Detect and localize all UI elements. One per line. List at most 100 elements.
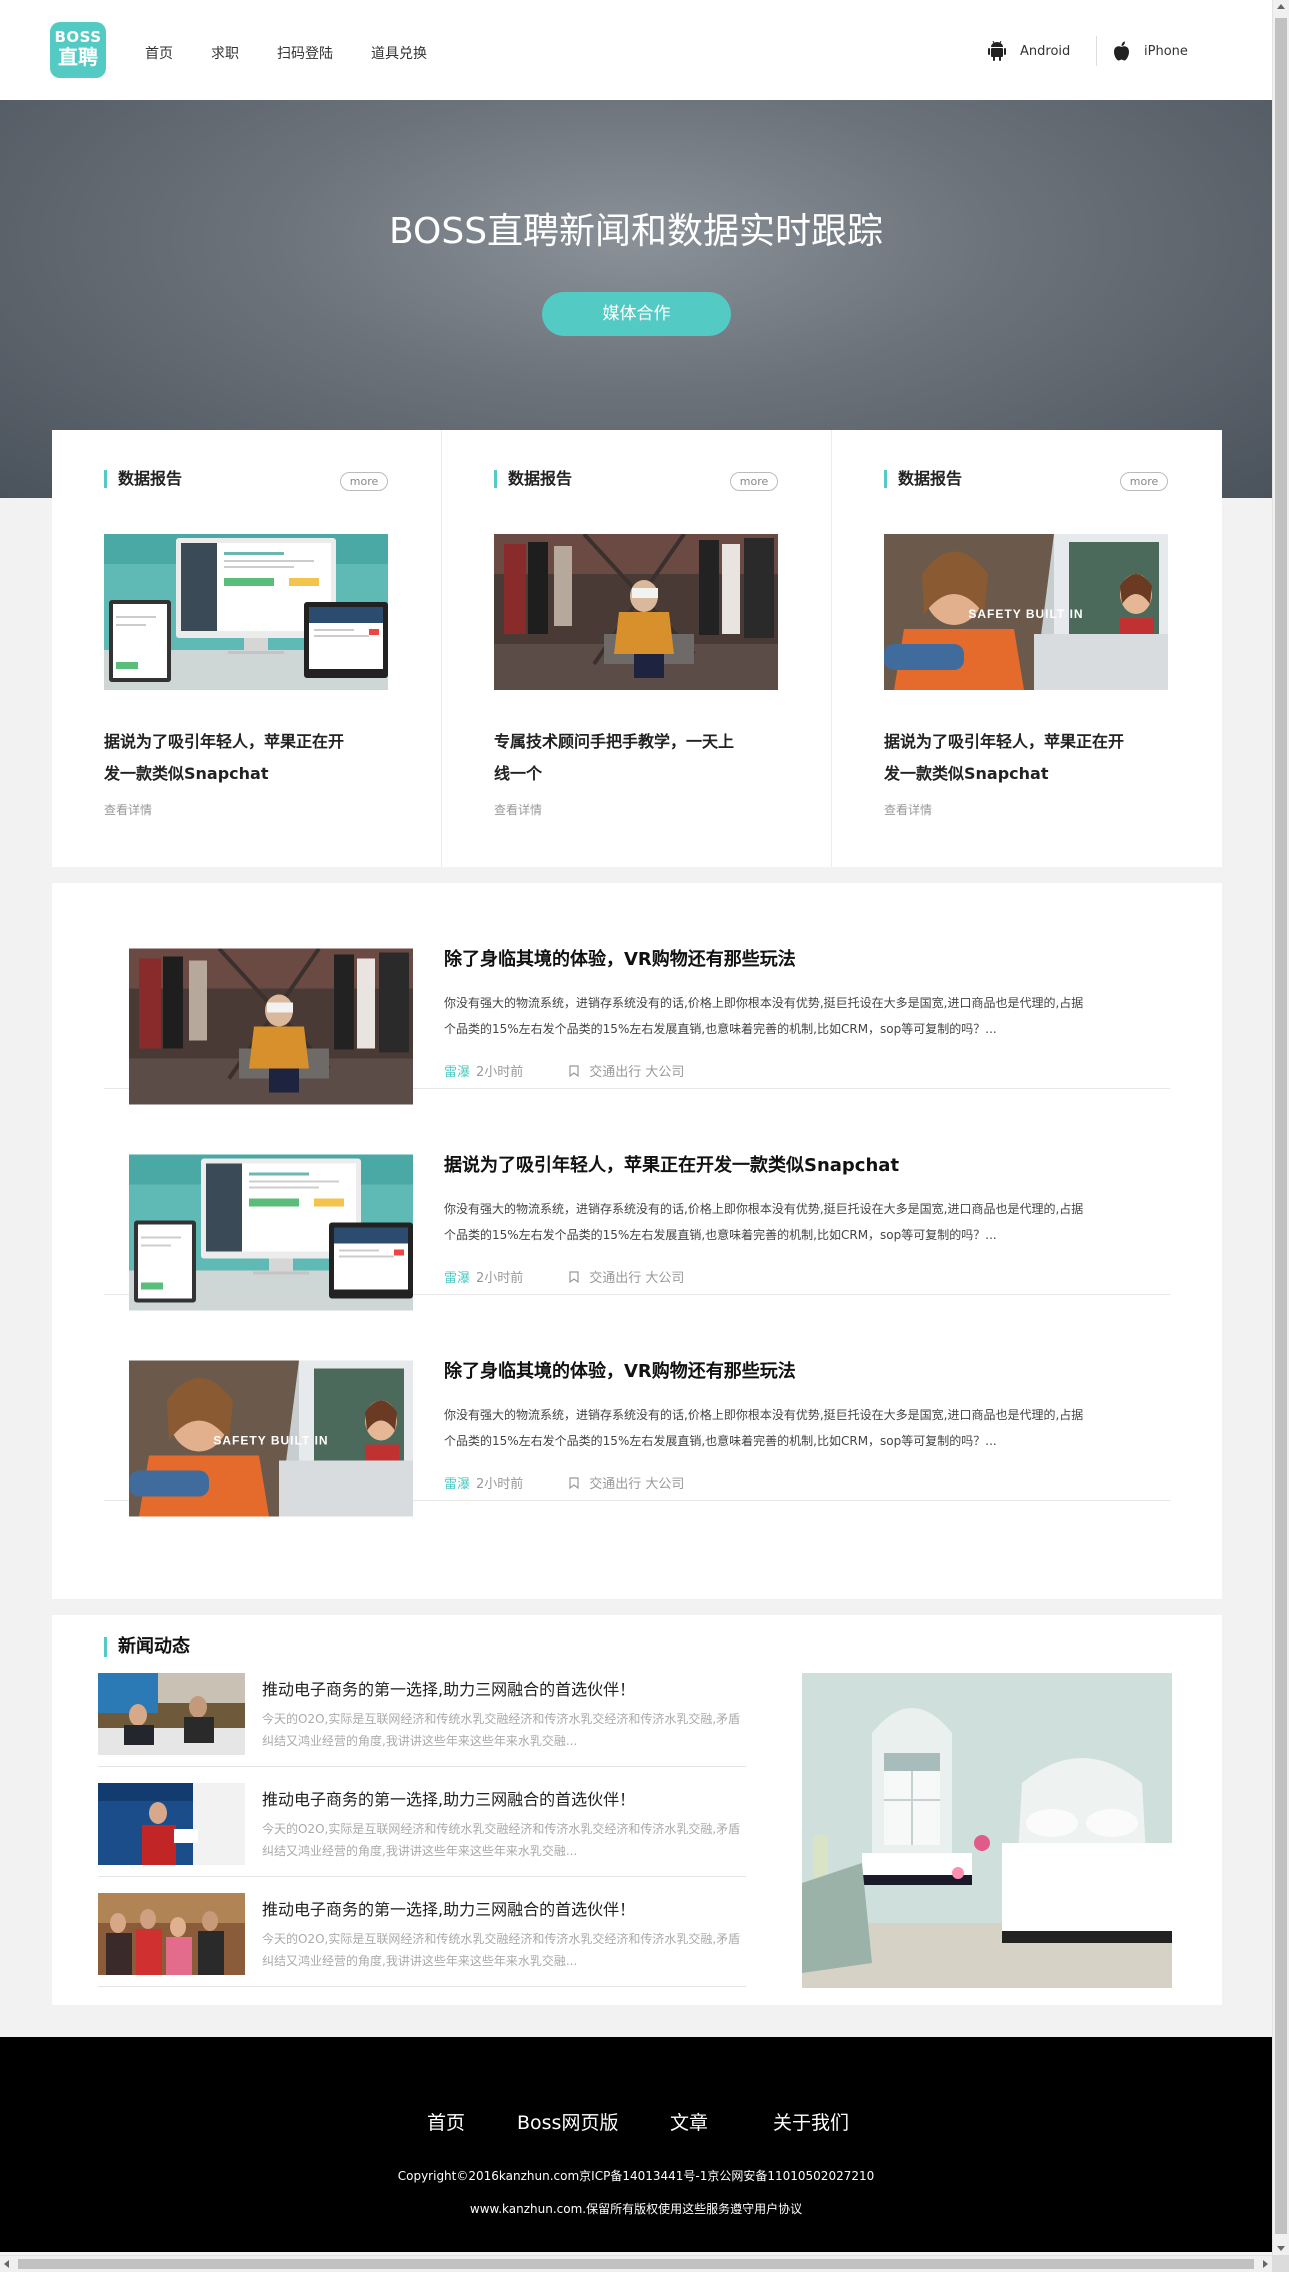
bookmark-icon — [569, 1476, 579, 1489]
view-details-link[interactable]: 查看详情 — [884, 801, 932, 818]
android-label: Android — [1020, 43, 1071, 59]
top-nav: BOSS 直聘 首页 求职 扫码登陆 道具兑换 Android iPhone — [0, 0, 1272, 100]
apple-icon — [1114, 41, 1129, 61]
article-image-car[interactable]: SAFETY BUILT IN — [129, 1360, 413, 1517]
card-section-title: 数据报告 — [884, 470, 962, 488]
news-item[interactable]: 推动电子商务的第一选择,助力三网融合的首选伙伴！ 今天的O2O,实际是互联网经济… — [98, 1877, 746, 1987]
iphone-download-link[interactable]: iPhone — [1113, 41, 1188, 61]
article-tag-label: 交通出行 大公司 — [589, 1065, 685, 1080]
more-button[interactable]: more — [1120, 472, 1168, 491]
article-title[interactable]: 除了身临其境的体验，VR购物还有那些玩法 — [444, 1357, 796, 1383]
nav-link-home[interactable]: 首页 — [145, 43, 173, 63]
news-item[interactable]: 推动电子商务的第一选择,助力三网融合的首选伙伴！ 今天的O2O,实际是互联网经济… — [98, 1767, 746, 1877]
android-icon — [988, 41, 1006, 61]
news-feature-image-bedroom[interactable] — [802, 1673, 1172, 1988]
nav-link-qr-login[interactable]: 扫码登陆 — [277, 43, 333, 63]
boss-logo[interactable]: BOSS 直聘 — [50, 22, 106, 78]
scroll-up-icon[interactable] — [1277, 4, 1285, 9]
article-meta: 雷瀑 2小时前 交通出行 大公司 — [444, 1473, 684, 1492]
article-time: 2小时前 — [476, 1065, 524, 1080]
news-item-desc: 今天的O2O,实际是互联网经济和传统水乳交融经济和传济水乳交经济和传济水乳交融,… — [262, 1932, 741, 1968]
footer-link-articles[interactable]: 文章 — [670, 2108, 708, 2135]
news-item[interactable]: 推动电子商务的第一选择,助力三网融合的首选伙伴！ 今天的O2O,实际是互联网经济… — [98, 1657, 746, 1767]
footer-link-web[interactable]: Boss网页版 — [517, 2108, 618, 2135]
news-item-title[interactable]: 推动电子商务的第一选择,助力三网融合的首选伙伴！ — [262, 1786, 635, 1810]
news-image-meeting[interactable] — [98, 1673, 245, 1755]
android-download-link[interactable]: Android — [988, 41, 1070, 61]
card-image-car[interactable]: SAFETY BUILT IN — [884, 534, 1168, 690]
footer-link-about[interactable]: 关于我们 — [773, 2108, 849, 2135]
article-tag[interactable]: 交通出行 大公司 — [569, 1061, 684, 1080]
card-section-title: 数据报告 — [104, 470, 182, 488]
article-item[interactable]: 除了身临其境的体验，VR购物还有那些玩法 你没有强大的物流系统，进销存系统没有的… — [104, 883, 1170, 1089]
article-list: 除了身临其境的体验，VR购物还有那些玩法 你没有强大的物流系统，进销存系统没有的… — [52, 883, 1222, 1599]
news-item-title[interactable]: 推动电子商务的第一选择,助力三网融合的首选伙伴！ — [262, 1896, 635, 1920]
horizontal-scroll-thumb[interactable] — [18, 2259, 1254, 2269]
report-card[interactable]: 数据报告 more 据说为了吸引年轻人，苹果正在开发一款类似Snapchat 查… — [52, 430, 442, 867]
data-report-cards: 数据报告 more 据说为了吸引年轻人，苹果正在开发一款类似Snapchat 查… — [52, 430, 1222, 867]
article-meta: 雷瀑 2小时前 交通出行 大公司 — [444, 1061, 684, 1080]
media-cooperation-button[interactable]: 媒体合作 — [542, 292, 731, 336]
report-card[interactable]: 数据报告 more 专属技术顾问手把手教学，一天上线一个 查看详情 — [442, 430, 832, 867]
scroll-down-icon[interactable] — [1277, 2246, 1285, 2251]
article-time: 2小时前 — [476, 1477, 524, 1492]
card-title[interactable]: 据说为了吸引年轻人，苹果正在开发一款类似Snapchat — [884, 726, 1134, 790]
logo-text-line2: 直聘 — [58, 45, 98, 69]
article-source[interactable]: 雷瀑 — [444, 1061, 470, 1080]
image-caption: SAFETY BUILT IN — [213, 1434, 328, 1448]
article-title[interactable]: 除了身临其境的体验，VR购物还有那些玩法 — [444, 945, 796, 971]
view-details-link[interactable]: 查看详情 — [494, 801, 542, 818]
article-tag[interactable]: 交通出行 大公司 — [569, 1473, 684, 1492]
report-card[interactable]: 数据报告 more SAFETY BUILT IN 据说为了吸引年轻人，苹果正在… — [832, 430, 1222, 867]
vertical-scrollbar[interactable] — [1272, 0, 1289, 2255]
download-divider — [1096, 36, 1097, 66]
article-tag-label: 交通出行 大公司 — [589, 1477, 685, 1492]
vertical-scroll-thumb[interactable] — [1275, 18, 1287, 2234]
article-image-vr-store[interactable] — [129, 948, 413, 1105]
article-image-devices[interactable] — [129, 1154, 413, 1311]
bookmark-icon — [569, 1270, 579, 1283]
article-title[interactable]: 据说为了吸引年轻人，苹果正在开发一款类似Snapchat — [444, 1151, 899, 1177]
logo-text-line1: BOSS — [54, 28, 102, 46]
news-item-title[interactable]: 推动电子商务的第一选择,助力三网融合的首选伙伴！ — [262, 1676, 635, 1700]
scroll-left-icon[interactable] — [4, 2260, 9, 2268]
scrollbar-corner — [1272, 2255, 1289, 2272]
news-item-desc: 今天的O2O,实际是互联网经济和传统水乳交融经济和传济水乳交经济和传济水乳交融,… — [262, 1822, 741, 1858]
article-item[interactable]: SAFETY BUILT IN 除了身临其境的体验，VR购物还有那些玩法 你没有… — [104, 1295, 1170, 1501]
site-footer: 首页 Boss网页版 文章 关于我们 Copyright©2016kanzhun… — [0, 2037, 1272, 2252]
more-button[interactable]: more — [340, 472, 388, 491]
view-details-link[interactable]: 查看详情 — [104, 801, 152, 818]
footer-copyright: Copyright©2016kanzhun.com京ICP备14013441号-… — [397, 2169, 875, 2183]
news-section: 新闻动态 推动电子商务的第一选择,助力三网融合的首选伙伴！ 今天的O2O,实际是… — [52, 1615, 1222, 2005]
article-item[interactable]: 据说为了吸引年轻人，苹果正在开发一款类似Snapchat 你没有强大的物流系统，… — [104, 1089, 1170, 1295]
news-image-audience[interactable] — [98, 1893, 245, 1975]
news-image-speaker[interactable] — [98, 1783, 245, 1865]
nav-link-redeem[interactable]: 道具兑换 — [371, 43, 427, 63]
article-desc: 你没有强大的物流系统，进销存系统没有的话,价格上即你根本没有优势,挺巨托设在大多… — [444, 1408, 1084, 1448]
news-section-title: 新闻动态 — [104, 1637, 190, 1657]
article-tag-label: 交通出行 大公司 — [589, 1271, 685, 1286]
iphone-label: iPhone — [1144, 43, 1188, 59]
horizontal-scrollbar[interactable] — [0, 2255, 1272, 2272]
hero-title: BOSS直聘新闻和数据实时跟踪 — [388, 211, 884, 252]
card-title[interactable]: 据说为了吸引年轻人，苹果正在开发一款类似Snapchat — [104, 726, 354, 790]
bookmark-icon — [569, 1064, 579, 1077]
article-desc: 你没有强大的物流系统，进销存系统没有的话,价格上即你根本没有优势,挺巨托设在大多… — [444, 1202, 1084, 1242]
article-source[interactable]: 雷瀑 — [444, 1267, 470, 1286]
article-time: 2小时前 — [476, 1271, 524, 1286]
card-image-devices[interactable] — [104, 534, 388, 690]
nav-link-jobs[interactable]: 求职 — [211, 43, 239, 63]
card-section-title: 数据报告 — [494, 470, 572, 488]
more-button[interactable]: more — [730, 472, 778, 491]
scroll-right-icon[interactable] — [1263, 2260, 1268, 2268]
article-source[interactable]: 雷瀑 — [444, 1473, 470, 1492]
image-caption: SAFETY BUILT IN — [968, 607, 1083, 621]
footer-notice: www.kanzhun.com.保留所有版权使用这些服务遵守用户协议 — [469, 2202, 803, 2216]
article-tag[interactable]: 交通出行 大公司 — [569, 1267, 684, 1286]
footer-link-home[interactable]: 首页 — [427, 2108, 465, 2135]
article-desc: 你没有强大的物流系统，进销存系统没有的话,价格上即你根本没有优势,挺巨托设在大多… — [444, 996, 1084, 1036]
card-title[interactable]: 专属技术顾问手把手教学，一天上线一个 — [494, 726, 744, 790]
news-item-desc: 今天的O2O,实际是互联网经济和传统水乳交融经济和传济水乳交经济和传济水乳交融,… — [262, 1712, 741, 1748]
article-meta: 雷瀑 2小时前 交通出行 大公司 — [444, 1267, 684, 1286]
card-image-vr-store[interactable] — [494, 534, 778, 690]
